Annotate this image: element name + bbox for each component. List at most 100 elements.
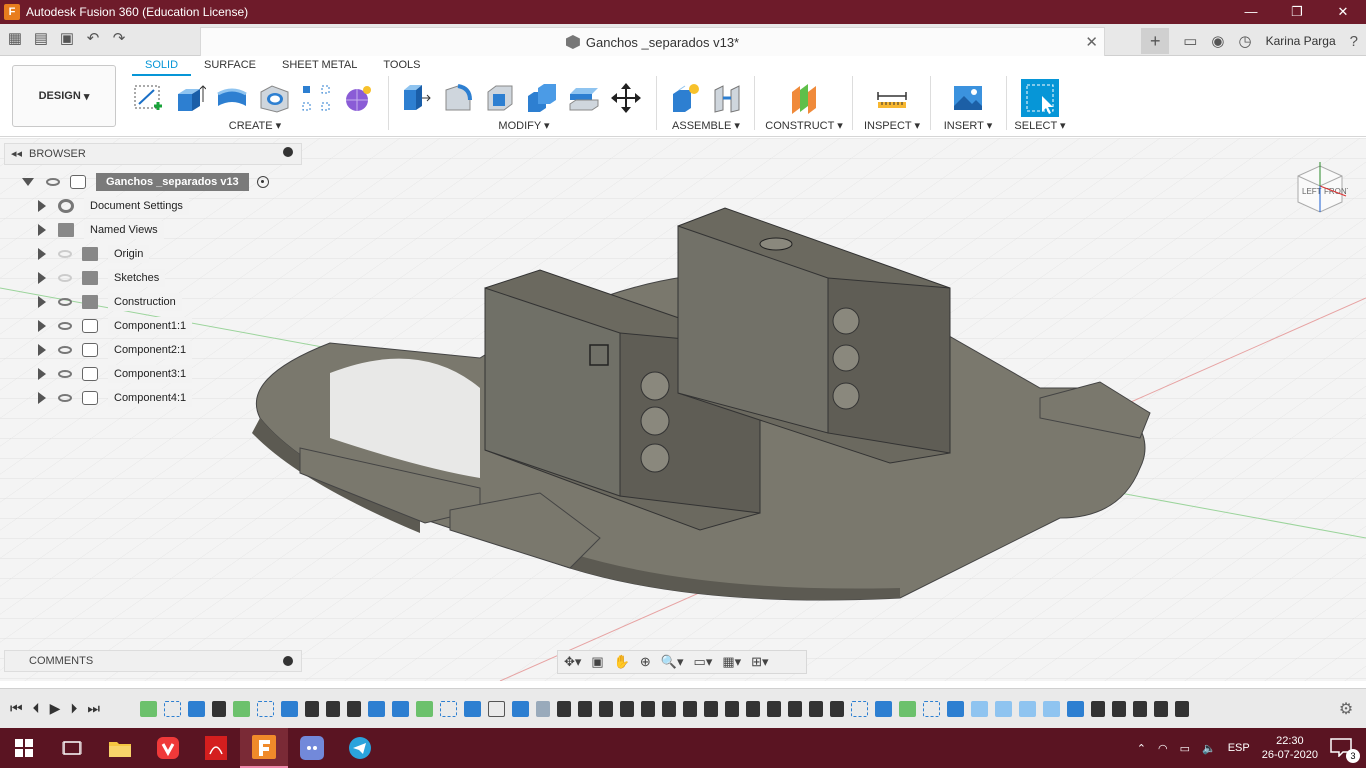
modify-menu[interactable]: MODIFY ▾ xyxy=(398,119,650,132)
file-explorer-icon[interactable] xyxy=(96,728,144,768)
visibility-eye-icon[interactable] xyxy=(58,394,72,402)
timeline-feature-icon[interactable] xyxy=(662,700,676,717)
timeline-feature-icon[interactable] xyxy=(899,700,916,717)
timeline-feature-icon[interactable] xyxy=(725,700,739,717)
tree-item-component4[interactable]: Component4:1 xyxy=(16,386,269,410)
play-icon[interactable]: ▶ xyxy=(50,700,61,717)
vivaldi-browser-icon[interactable] xyxy=(144,728,192,768)
save-icon[interactable]: ▣ xyxy=(56,28,78,50)
construct-menu[interactable]: CONSTRUCT ▾ xyxy=(762,119,846,132)
timeline-feature-icon[interactable] xyxy=(233,700,250,717)
language-indicator[interactable]: ESP xyxy=(1228,742,1250,754)
visibility-eye-icon[interactable] xyxy=(46,178,60,186)
expand-arrow-icon[interactable] xyxy=(38,200,46,212)
timeline-feature-icon[interactable] xyxy=(767,700,781,717)
collapse-panel-icon[interactable]: ◂◂ xyxy=(11,147,22,160)
shell-icon[interactable] xyxy=(482,81,517,115)
tab-surface[interactable]: SURFACE xyxy=(191,59,269,76)
zoom-icon[interactable]: ⊕ xyxy=(640,654,651,670)
view-cube[interactable]: LEFT FRONT xyxy=(1290,158,1352,216)
help-icon[interactable]: ? xyxy=(1350,33,1358,50)
insert-menu[interactable]: INSERT ▾ xyxy=(936,119,1000,132)
minimize-panel-icon[interactable] xyxy=(283,147,293,157)
timeline-feature-icon[interactable] xyxy=(830,700,844,717)
expand-arrow-icon[interactable] xyxy=(38,368,46,380)
timeline-feature-icon[interactable] xyxy=(416,700,433,717)
redo-icon[interactable]: ↷ xyxy=(108,28,130,50)
power-icon[interactable]: ▭ xyxy=(1180,742,1190,755)
timeline-feature-icon[interactable] xyxy=(683,700,697,717)
show-hidden-icons-icon[interactable]: ⌃ xyxy=(1137,742,1146,755)
fillet-icon[interactable] xyxy=(440,81,475,115)
acrobat-reader-icon[interactable] xyxy=(192,728,240,768)
go-to-end-icon[interactable]: ⏭ xyxy=(87,700,100,717)
network-icon[interactable]: ◠ xyxy=(1158,742,1168,755)
visibility-eye-icon[interactable] xyxy=(58,370,72,378)
timeline-feature-icon[interactable] xyxy=(392,700,409,717)
expand-arrow-icon[interactable] xyxy=(38,296,46,308)
timeline-feature-icon[interactable] xyxy=(578,700,592,717)
timeline-feature-icon[interactable] xyxy=(212,700,226,717)
hidden-eye-icon[interactable] xyxy=(58,274,72,282)
rectangular-pattern-icon[interactable] xyxy=(298,81,333,115)
timeline-feature-icon[interactable] xyxy=(704,700,718,717)
timeline-feature-icon[interactable] xyxy=(746,700,760,717)
expand-arrow-icon[interactable] xyxy=(38,392,46,404)
timeline-feature-icon[interactable] xyxy=(620,700,634,717)
volume-icon[interactable]: 🔈 xyxy=(1202,742,1216,755)
timeline-feature-icon[interactable] xyxy=(1133,700,1147,717)
action-center-icon[interactable]: 3 xyxy=(1330,737,1360,763)
timeline-feature-icon[interactable] xyxy=(971,700,988,717)
timeline-feature-icon[interactable] xyxy=(488,700,505,717)
zoom-window-icon[interactable]: 🔍▾ xyxy=(661,654,684,670)
select-icon[interactable] xyxy=(1021,79,1059,117)
timeline-feature-icon[interactable] xyxy=(1067,700,1084,717)
timeline-feature-icon[interactable] xyxy=(536,700,550,717)
expand-arrow-icon[interactable] xyxy=(22,178,34,186)
timeline-feature-icon[interactable] xyxy=(851,700,868,717)
tab-tools[interactable]: TOOLS xyxy=(370,59,433,76)
visibility-eye-icon[interactable] xyxy=(58,298,72,306)
timeline-feature-icon[interactable] xyxy=(788,700,802,717)
taskbar-clock[interactable]: 22:30 26-07-2020 xyxy=(1262,734,1318,762)
tree-item-origin[interactable]: Origin xyxy=(16,242,269,266)
timeline-feature-icon[interactable] xyxy=(164,700,181,717)
new-tab-button[interactable]: + xyxy=(1141,28,1170,54)
timeline-feature-icon[interactable] xyxy=(599,700,613,717)
select-menu[interactable]: SELECT ▾ xyxy=(1010,119,1070,132)
timeline-feature-icon[interactable] xyxy=(305,700,319,717)
timeline-feature-icon[interactable] xyxy=(1112,700,1126,717)
extrude-icon[interactable] xyxy=(172,81,207,115)
hidden-eye-icon[interactable] xyxy=(58,250,72,258)
job-status-icon[interactable]: ▭ xyxy=(1183,32,1197,50)
timeline-feature-icon[interactable] xyxy=(1043,700,1060,717)
timeline-feature-icon[interactable] xyxy=(140,700,157,717)
undo-icon[interactable]: ↶ xyxy=(82,28,104,50)
offset-plane-icon[interactable] xyxy=(787,81,822,115)
maximize-button[interactable]: ❐ xyxy=(1274,4,1320,20)
timeline-feature-icon[interactable] xyxy=(1154,700,1168,717)
timeline-feature-icon[interactable] xyxy=(512,700,529,717)
go-to-start-icon[interactable]: ⏮ xyxy=(10,700,23,717)
look-at-icon[interactable]: ▣ xyxy=(591,654,603,670)
expand-arrow-icon[interactable] xyxy=(38,248,46,260)
pan-icon[interactable]: ✋ xyxy=(614,654,630,670)
workspace-switcher[interactable]: DESIGN ▾ xyxy=(12,65,116,127)
replace-face-icon[interactable] xyxy=(566,81,601,115)
comments-panel-header[interactable]: COMMENTS xyxy=(4,650,302,672)
browser-panel-header[interactable]: ◂◂ BROWSER xyxy=(4,143,302,165)
task-view-icon[interactable] xyxy=(48,728,96,768)
expand-arrow-icon[interactable] xyxy=(38,224,46,236)
timeline-feature-icon[interactable] xyxy=(1019,700,1036,717)
activate-radio-icon[interactable] xyxy=(256,176,269,188)
press-pull-icon[interactable] xyxy=(398,81,433,115)
extensions-icon[interactable]: ◉ xyxy=(1211,32,1224,50)
combine-icon[interactable] xyxy=(524,81,559,115)
timeline-feature-icon[interactable] xyxy=(995,700,1012,717)
clock-icon[interactable]: ◷ xyxy=(1239,32,1252,50)
step-forward-icon[interactable]: ⏵ xyxy=(70,700,77,717)
close-tab-icon[interactable]: ✕ xyxy=(1085,33,1098,51)
timeline-feature-icon[interactable] xyxy=(281,700,298,717)
file-icon[interactable]: ▤ xyxy=(30,28,52,50)
new-component-icon[interactable] xyxy=(668,81,703,115)
